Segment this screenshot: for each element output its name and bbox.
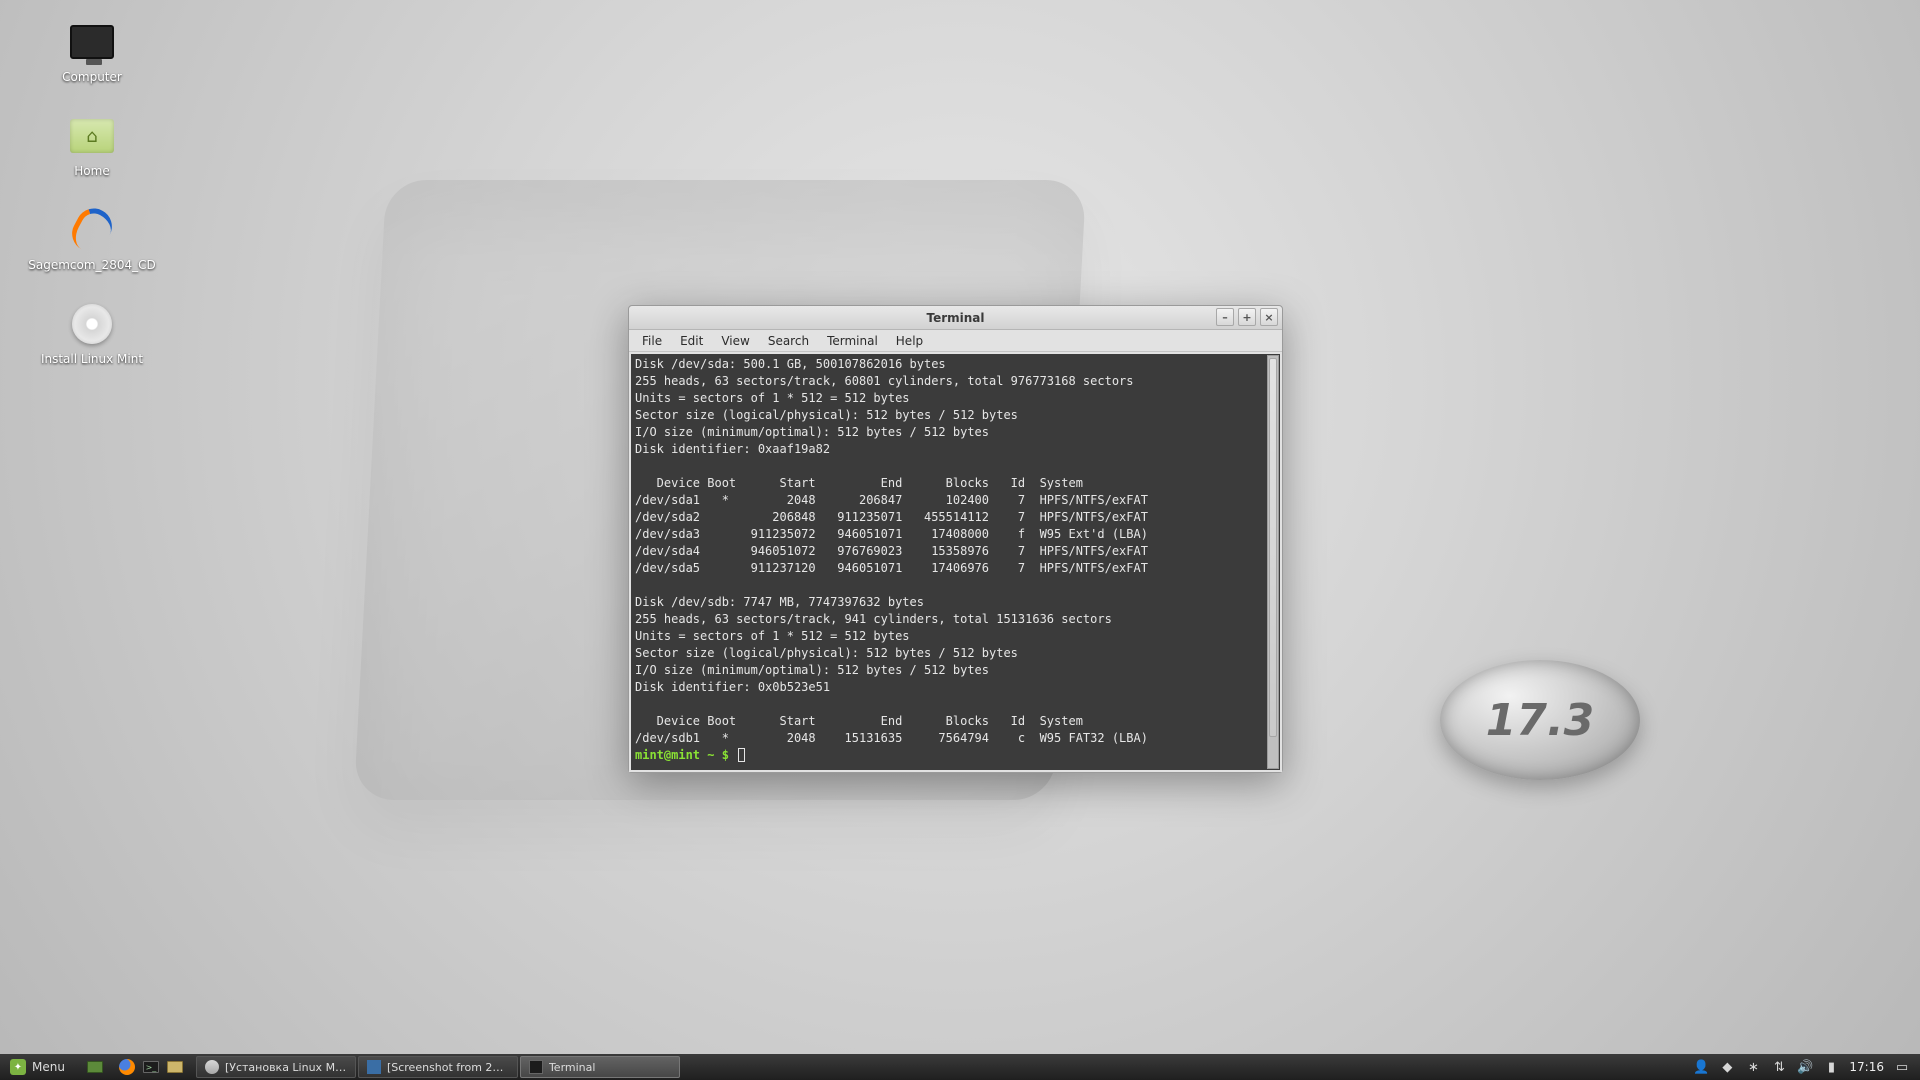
terminal-prompt: mint@mint ~ $ [635,748,736,762]
taskbar-item-screenshot[interactable]: [Screenshot from 20… [358,1056,518,1078]
sagemcom-icon [74,208,110,252]
firefox-icon [119,1059,135,1075]
network-icon[interactable]: ⇅ [1771,1059,1787,1075]
mint-logo-icon: ✦ [10,1059,26,1075]
menu-terminal[interactable]: Terminal [820,331,885,351]
desktop-icon-install-mint[interactable]: Install Linux Mint [12,300,172,366]
menu-help[interactable]: Help [889,331,930,351]
menu-file[interactable]: File [635,331,669,351]
close-button[interactable]: × [1260,308,1278,326]
bluetooth-icon[interactable]: ∗ [1745,1059,1761,1075]
desktop-icon-home[interactable]: ⌂ Home [12,112,172,178]
desktop-icon-label: Home [74,164,109,178]
menu-search[interactable]: Search [761,331,816,351]
desktop-icon-label: Computer [62,70,122,84]
image-icon [367,1060,381,1074]
disc-icon [72,304,112,344]
show-desktop-tray-icon[interactable]: ▭ [1894,1059,1910,1075]
clock[interactable]: 17:16 [1849,1060,1884,1074]
taskbar-item-label: [Установка Linux Mi… [225,1061,347,1074]
menu-edit[interactable]: Edit [673,331,710,351]
start-menu-button[interactable]: ✦ Menu [0,1054,75,1080]
start-menu-label: Menu [32,1060,65,1074]
terminal-cursor [738,748,745,762]
volume-icon[interactable]: 🔊 [1797,1059,1813,1075]
scrollbar[interactable] [1267,355,1279,769]
menubar: File Edit View Search Terminal Help [629,330,1282,352]
desktop-icons: Computer ⌂ Home Sagemcom_2804_CD Install… [12,18,172,366]
taskbar-item-label: Terminal [549,1061,596,1074]
home-folder-icon: ⌂ [70,119,114,153]
desktop-icon-label: Sagemcom_2804_CD [28,258,155,272]
updates-icon[interactable]: ◆ [1719,1059,1735,1075]
scrollbar-thumb[interactable] [1269,358,1277,737]
show-desktop-button[interactable] [83,1055,107,1079]
maximize-button[interactable]: + [1238,308,1256,326]
user-icon[interactable]: 👤 [1693,1059,1709,1075]
desktop-icon-sagemcom[interactable]: Sagemcom_2804_CD [12,206,172,272]
system-tray: 👤 ◆ ∗ ⇅ 🔊 ▮ 17:16 ▭ [1683,1054,1920,1080]
terminal-window[interactable]: Terminal – + × File Edit View Search Ter… [628,305,1283,773]
terminal-launcher[interactable]: >_ [139,1055,163,1079]
computer-icon [70,25,114,59]
firefox-launcher[interactable] [115,1055,139,1079]
menu-view[interactable]: View [714,331,756,351]
taskbar-item-label: [Screenshot from 20… [387,1061,509,1074]
terminal-icon: >_ [143,1061,159,1073]
files-launcher[interactable] [163,1055,187,1079]
terminal-output[interactable]: Disk /dev/sda: 500.1 GB, 500107862016 by… [631,354,1280,770]
taskbar-item-terminal[interactable]: Terminal [520,1056,680,1078]
desktop-icon-label: Install Linux Mint [41,352,143,366]
files-icon [167,1061,183,1073]
battery-icon[interactable]: ▮ [1823,1059,1839,1075]
show-desktop-icon [87,1061,103,1073]
terminal-icon [529,1060,543,1074]
desktop-icon-computer[interactable]: Computer [12,18,172,84]
taskbar: ✦ Menu >_ [Установка Linux Mi… [Screensh… [0,1054,1920,1080]
window-title: Terminal [926,311,984,325]
minimize-button[interactable]: – [1216,308,1234,326]
taskbar-item-installer[interactable]: [Установка Linux Mi… [196,1056,356,1078]
installer-icon [205,1060,219,1074]
window-titlebar[interactable]: Terminal – + × [629,306,1282,330]
